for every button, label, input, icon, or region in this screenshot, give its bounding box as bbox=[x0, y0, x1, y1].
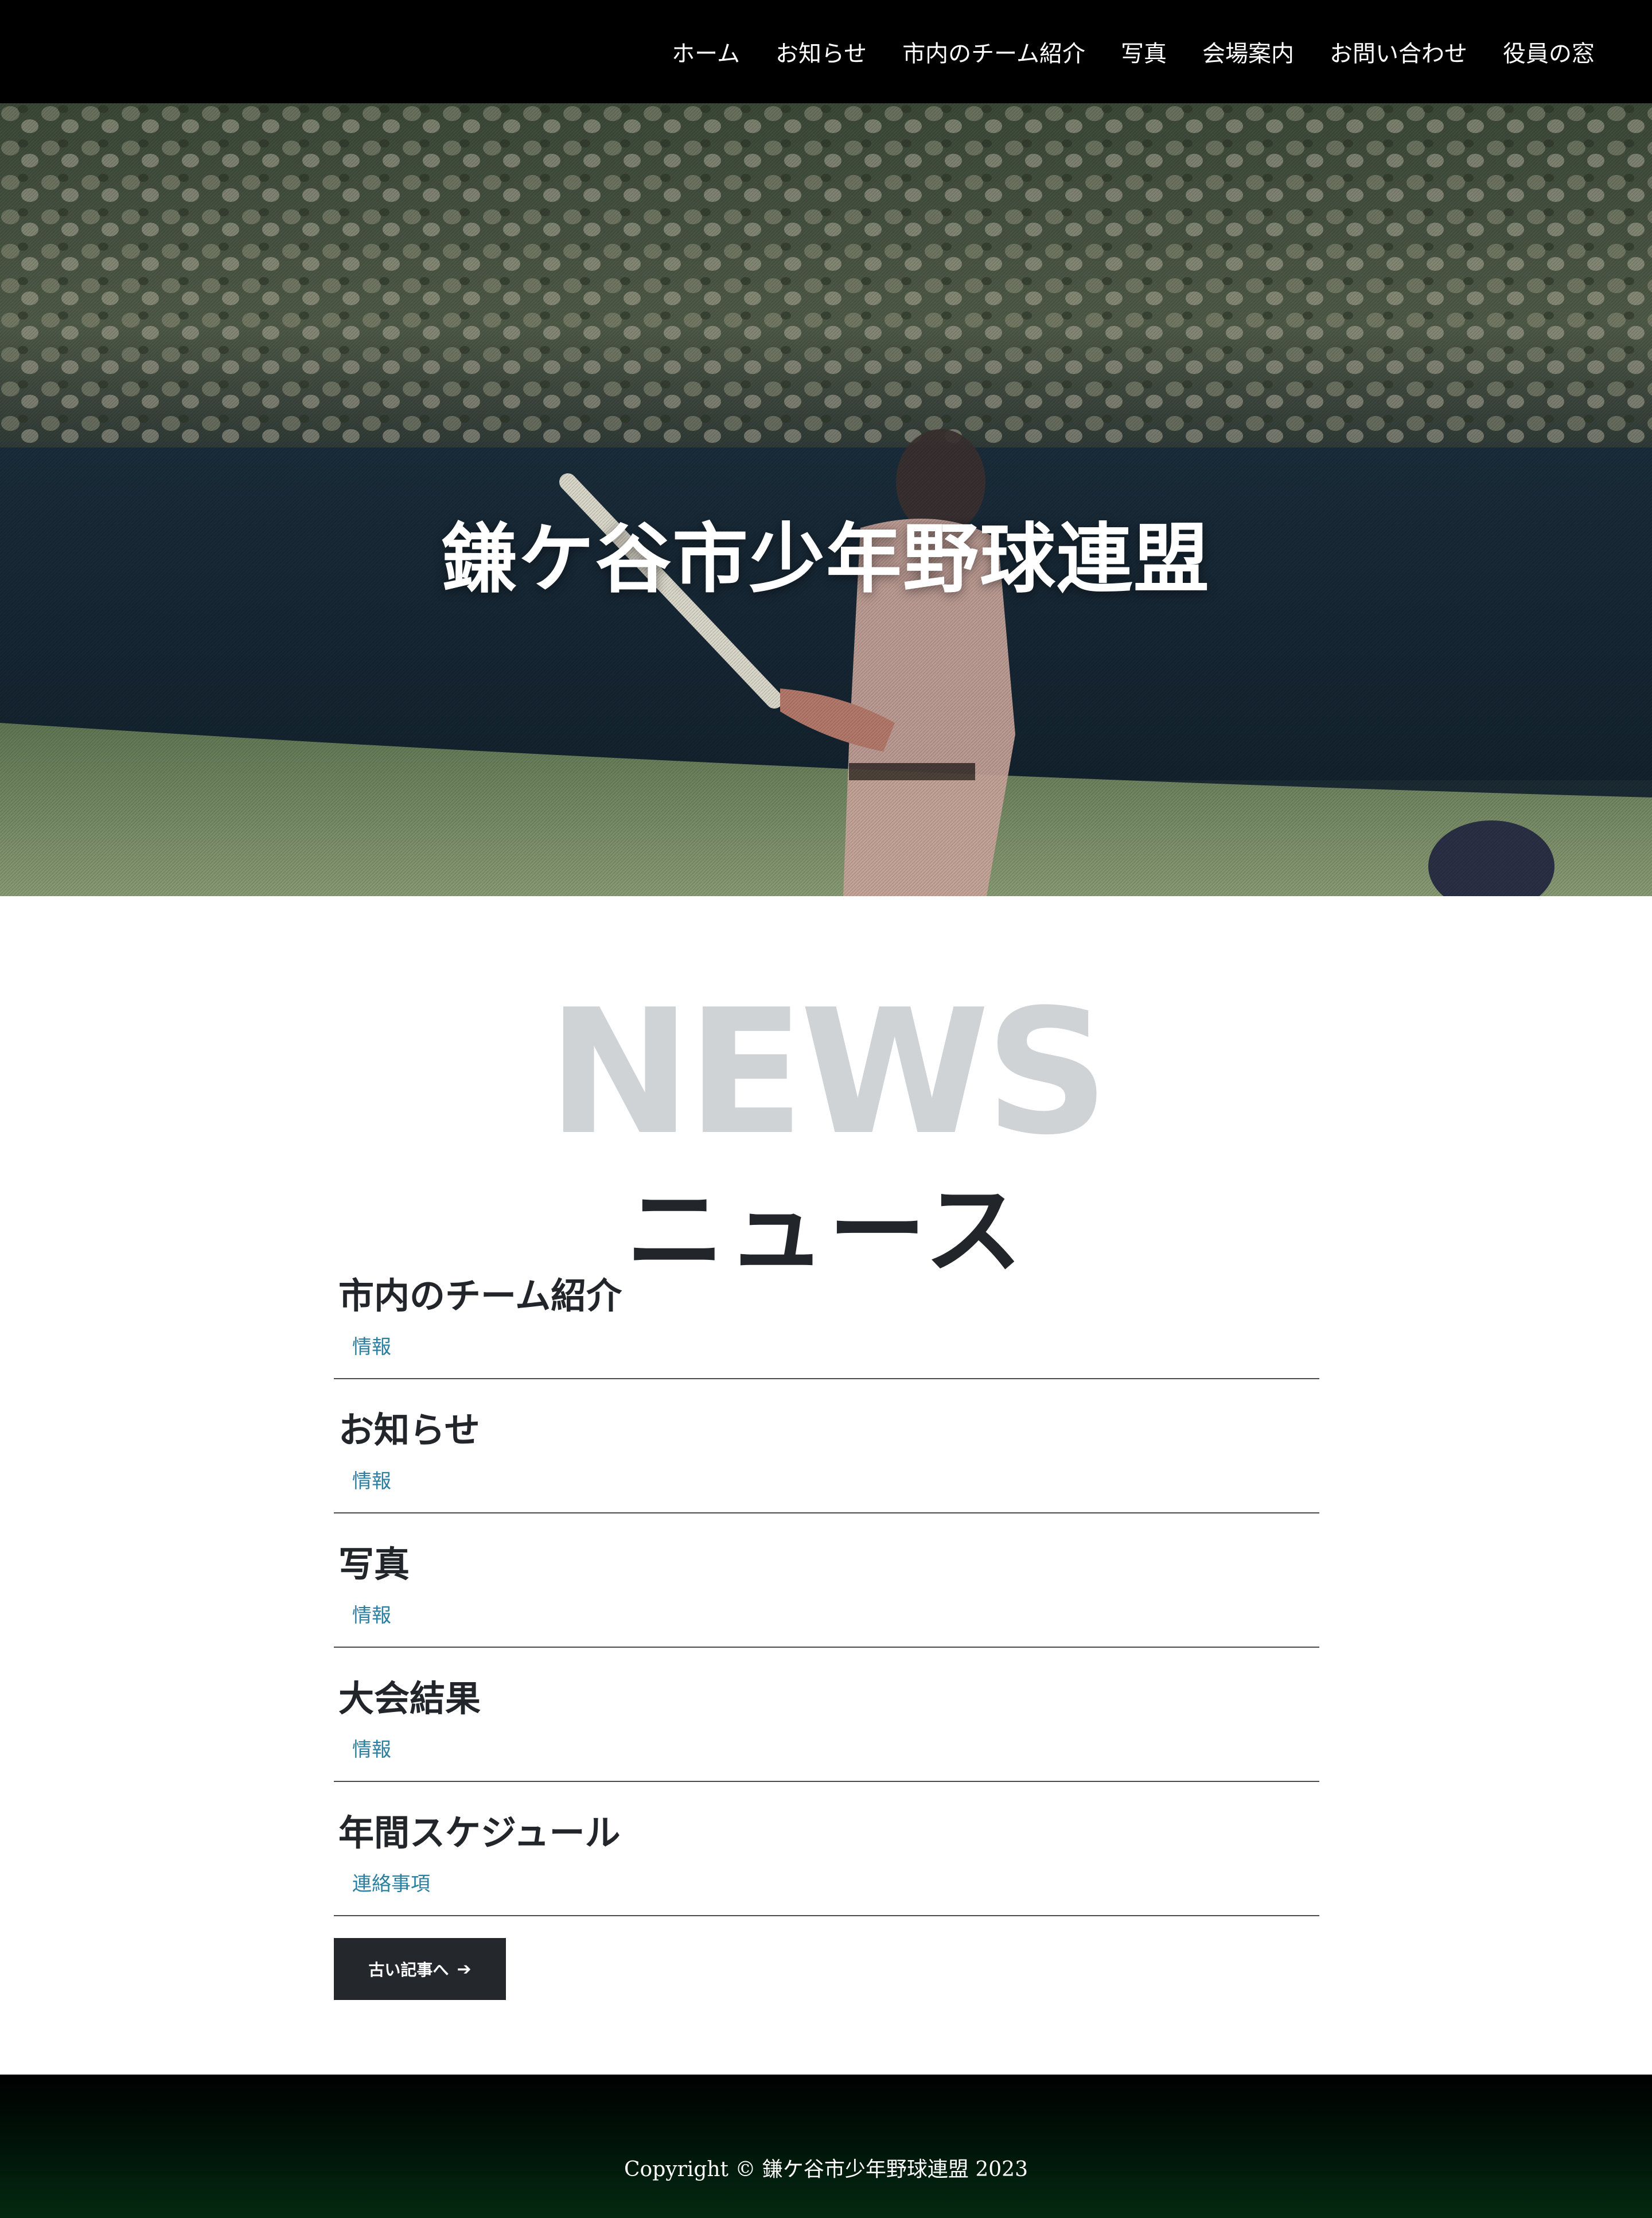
news-post: 大会結果 情報 bbox=[334, 1648, 1319, 1782]
news-post-list: 市内のチーム紹介 情報 お知らせ 情報 写真 情報 大会結果 情報 年間スケジュ… bbox=[334, 1245, 1319, 1916]
nav-item-photos[interactable]: 写真 bbox=[1121, 35, 1167, 68]
post-category-link[interactable]: 情報 bbox=[352, 1734, 391, 1762]
post-category-link[interactable]: 情報 bbox=[352, 1600, 391, 1628]
nav-link-venues[interactable]: 会場案内 bbox=[1202, 41, 1294, 67]
post-category-link[interactable]: 連絡事項 bbox=[352, 1868, 430, 1896]
post-title-link[interactable]: 年間スケジュール bbox=[338, 1804, 621, 1855]
news-post: 写真 情報 bbox=[334, 1513, 1319, 1648]
news-post: 年間スケジュール 連絡事項 bbox=[334, 1782, 1319, 1916]
nav-link-officers[interactable]: 役員の窓 bbox=[1503, 41, 1595, 67]
nav-item-home[interactable]: ホーム bbox=[672, 35, 740, 68]
hero-banner: 鎌ケ谷市少年野球連盟 bbox=[0, 103, 1652, 896]
nav-link-home[interactable]: ホーム bbox=[672, 41, 740, 67]
arrow-right-icon: ➔ bbox=[457, 1959, 472, 1979]
nav-item-officers[interactable]: 役員の窓 bbox=[1503, 35, 1595, 68]
post-title-link[interactable]: 写真 bbox=[338, 1535, 410, 1587]
post-title-link[interactable]: 市内のチーム紹介 bbox=[338, 1267, 622, 1318]
post-category-link[interactable]: 情報 bbox=[352, 1465, 391, 1493]
news-post: お知らせ 情報 bbox=[334, 1379, 1319, 1513]
nav-link-notices[interactable]: お知らせ bbox=[776, 41, 867, 67]
site-title: 鎌ケ谷市少年野球連盟 bbox=[442, 515, 1210, 604]
nav-link-contact[interactable]: お問い合わせ bbox=[1330, 41, 1467, 67]
nav-link-teams[interactable]: 市内のチーム紹介 bbox=[902, 41, 1085, 67]
post-category-link[interactable]: 情報 bbox=[352, 1331, 391, 1359]
older-posts-button[interactable]: 古い記事へ ➔ bbox=[334, 1938, 506, 2000]
post-title-link[interactable]: お知らせ bbox=[338, 1401, 480, 1453]
site-footer: Copyright © 鎌ケ谷市少年野球連盟 2023 bbox=[0, 2075, 1652, 2218]
copyright-text: Copyright © 鎌ケ谷市少年野球連盟 2023 bbox=[624, 2158, 1028, 2181]
news-post: 市内のチーム紹介 情報 bbox=[334, 1245, 1319, 1379]
nav-item-venues[interactable]: 会場案内 bbox=[1202, 35, 1294, 68]
top-nav-bar: ホーム お知らせ 市内のチーム紹介 写真 会場案内 お問い合わせ 役員の窓 bbox=[0, 0, 1652, 103]
news-heading-background: NEWS bbox=[547, 972, 1109, 1173]
post-title-link[interactable]: 大会結果 bbox=[338, 1670, 481, 1721]
nav-item-contact[interactable]: お問い合わせ bbox=[1330, 35, 1467, 68]
nav-item-notices[interactable]: お知らせ bbox=[776, 35, 867, 68]
nav-menu: ホーム お知らせ 市内のチーム紹介 写真 会場案内 お問い合わせ 役員の窓 bbox=[672, 0, 1595, 103]
nav-item-teams[interactable]: 市内のチーム紹介 bbox=[902, 35, 1085, 68]
nav-link-photos[interactable]: 写真 bbox=[1121, 41, 1167, 67]
older-posts-label: 古い記事へ bbox=[368, 1960, 449, 1979]
